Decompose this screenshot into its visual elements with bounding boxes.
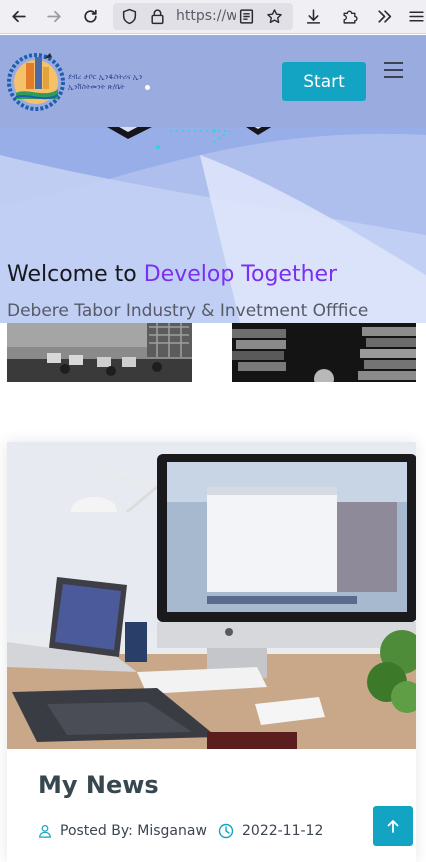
hero-subtitle: Debere Tabor Industry & Invetment Offfic… xyxy=(7,301,369,321)
arrow-left-icon[interactable] xyxy=(5,3,31,29)
start-button[interactable]: Start xyxy=(282,62,366,101)
url-text[interactable]: https://w xyxy=(176,8,236,24)
star-icon[interactable] xyxy=(261,3,287,29)
site-logo[interactable] xyxy=(6,49,66,111)
arrow-right-icon[interactable] xyxy=(41,3,67,29)
hamburger-icon[interactable] xyxy=(381,59,407,85)
arrow-up-icon xyxy=(387,820,399,833)
books-photo xyxy=(232,323,416,382)
news-author: Posted By: Misganaw xyxy=(38,823,207,839)
user-icon xyxy=(39,824,51,838)
hero-welcome-heading: Welcome to Develop Together xyxy=(7,262,337,287)
news-date-text: 2022-11-12 xyxy=(242,823,324,839)
shield-icon[interactable] xyxy=(116,3,142,29)
logo-text-line-1: ደብረ ታቦር ኢንዱስትሪና ኢን xyxy=(68,73,143,81)
welcome-prefix: Welcome to xyxy=(7,262,144,287)
welcome-highlight: Develop Together xyxy=(143,262,338,287)
logo-text-line-2: ኢንቨስትመንት ጽ/ቤት xyxy=(68,83,125,91)
app-menu-icon[interactable] xyxy=(407,3,426,29)
site-header: ደብረ ታቦር ኢንዱስትሪና ኢን ኢንቨስትመንት ጽ/ቤት Start xyxy=(0,35,426,127)
double-chevron-icon[interactable] xyxy=(371,3,397,29)
classroom-photo xyxy=(7,323,192,382)
news-title[interactable]: My News xyxy=(38,771,159,799)
reload-icon[interactable] xyxy=(77,3,103,29)
browser-toolbar: https://w xyxy=(0,0,426,34)
news-date: 2022-11-12 xyxy=(218,823,323,839)
news-image[interactable] xyxy=(7,442,416,749)
lock-icon[interactable] xyxy=(144,3,170,29)
download-icon[interactable] xyxy=(300,3,326,29)
news-card[interactable]: My News Posted By: Misganaw 2022-11-12 xyxy=(7,442,416,862)
url-bar[interactable]: https://w xyxy=(113,3,293,30)
news-author-text: Posted By: Misganaw xyxy=(60,823,207,839)
clock-icon xyxy=(218,823,234,839)
logo-dot xyxy=(145,85,150,90)
puzzle-icon[interactable] xyxy=(336,3,362,29)
back-to-top-button[interactable] xyxy=(373,806,413,846)
reader-view-icon[interactable] xyxy=(233,3,259,29)
